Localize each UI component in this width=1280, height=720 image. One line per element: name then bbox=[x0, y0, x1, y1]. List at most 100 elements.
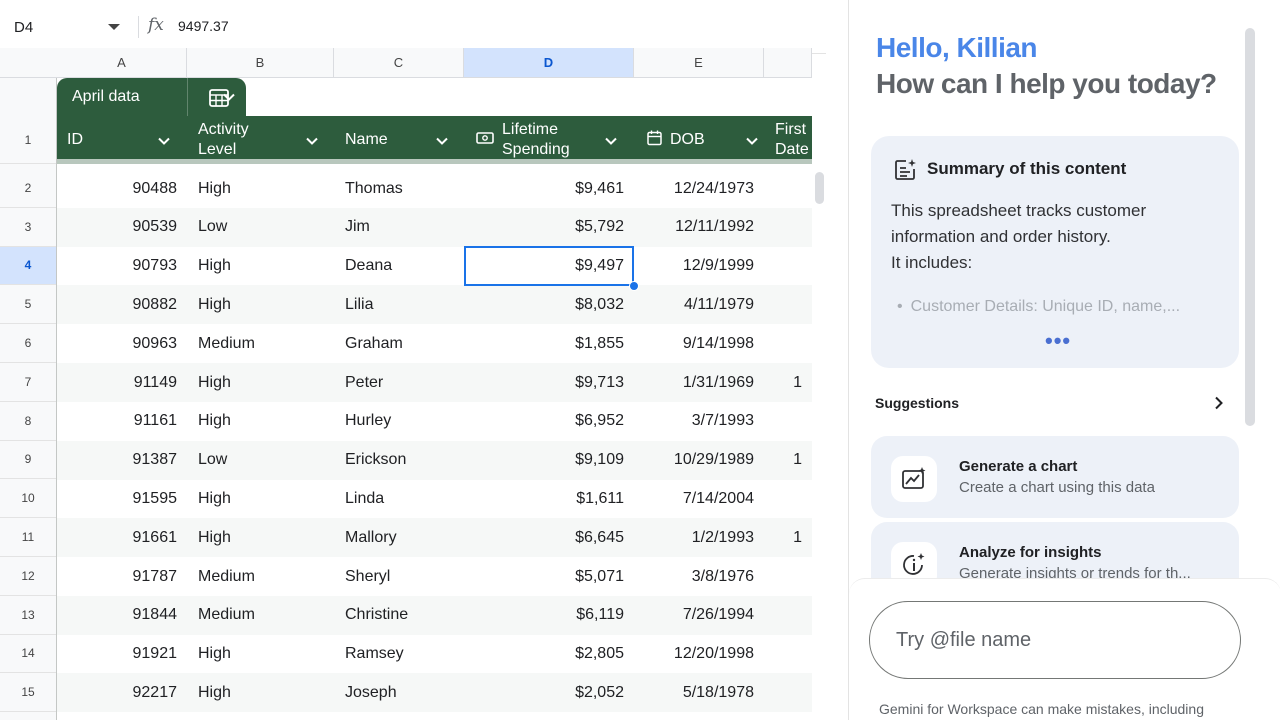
row-header-6[interactable]: 6 bbox=[0, 324, 56, 363]
cell-dob[interactable]: 1/31/1969 bbox=[634, 363, 764, 402]
row-header-1[interactable]: 1 bbox=[0, 116, 56, 164]
cell-first-date[interactable] bbox=[764, 247, 812, 286]
cell-dob[interactable]: 12/20/1998 bbox=[634, 635, 764, 674]
cell-id[interactable]: 90539 bbox=[57, 208, 187, 247]
cell-dob[interactable]: 7/14/2004 bbox=[634, 479, 764, 518]
column-header-c[interactable]: C bbox=[334, 48, 464, 77]
cell-lifetime-spending[interactable]: $6,645 bbox=[464, 518, 634, 557]
header-dob[interactable]: DOB bbox=[647, 116, 767, 164]
cell-lifetime-spending[interactable]: $6,119 bbox=[464, 596, 634, 635]
cell-id[interactable]: 90882 bbox=[57, 285, 187, 324]
cell-activity-level[interactable]: High bbox=[198, 673, 338, 712]
cell-activity-level[interactable]: High bbox=[198, 247, 338, 286]
selected-cell[interactable] bbox=[464, 246, 634, 286]
cell-lifetime-spending[interactable]: $6,952 bbox=[464, 402, 634, 441]
cell-first-date[interactable] bbox=[764, 285, 812, 324]
suggestion-generate-chart[interactable]: Generate a chart Create a chart using th… bbox=[871, 436, 1239, 518]
cell-activity-level[interactable]: High bbox=[198, 169, 338, 208]
prompt-input[interactable] bbox=[869, 601, 1241, 679]
header-lifetime-spending[interactable]: Lifetime Spending bbox=[476, 116, 626, 164]
cell-dob[interactable]: 3/8/1976 bbox=[634, 557, 764, 596]
cell-activity-level[interactable]: Low bbox=[198, 441, 338, 480]
row-header-8[interactable]: 8 bbox=[0, 402, 56, 441]
cell-lifetime-spending[interactable]: $8,032 bbox=[464, 285, 634, 324]
row-header-10[interactable]: 10 bbox=[0, 479, 56, 519]
cell-activity-level[interactable]: Low bbox=[198, 208, 338, 247]
chevron-down-icon[interactable] bbox=[305, 134, 319, 153]
row-header-11[interactable]: 11 bbox=[0, 518, 56, 557]
cell-id[interactable]: 92217 bbox=[57, 673, 187, 712]
cell-dob[interactable]: 9/14/1998 bbox=[634, 324, 764, 363]
cell-activity-level[interactable]: Medium bbox=[198, 324, 338, 363]
column-header-f[interactable] bbox=[764, 48, 812, 77]
cell-dob[interactable]: 3/7/1993 bbox=[634, 402, 764, 441]
cell-lifetime-spending[interactable]: $2,052 bbox=[464, 673, 634, 712]
cell-dob[interactable]: 10/29/1989 bbox=[634, 441, 764, 480]
cell-dob[interactable]: 7/26/1994 bbox=[634, 596, 764, 635]
cell-first-date[interactable] bbox=[764, 557, 812, 596]
chevron-right-icon[interactable] bbox=[1211, 395, 1227, 416]
row-header-2[interactable]: 2 bbox=[0, 169, 56, 208]
cell-dob[interactable]: 12/24/1973 bbox=[634, 169, 764, 208]
row-header-9[interactable]: 9 bbox=[0, 441, 56, 480]
cell-id[interactable]: 91787 bbox=[57, 557, 187, 596]
column-header-e[interactable]: E bbox=[634, 48, 764, 77]
fill-handle[interactable] bbox=[629, 281, 639, 291]
vertical-scrollbar[interactable] bbox=[815, 172, 824, 204]
cell-id[interactable]: 90488 bbox=[57, 169, 187, 208]
table-icon[interactable] bbox=[208, 87, 230, 114]
row-header-13[interactable]: 13 bbox=[0, 596, 56, 635]
header-first-date[interactable]: First Date bbox=[775, 116, 815, 164]
cell-id[interactable]: 90793 bbox=[57, 247, 187, 286]
cell-activity-level[interactable]: High bbox=[198, 402, 338, 441]
cell-dob[interactable]: 4/11/1979 bbox=[634, 285, 764, 324]
cell-dob[interactable]: 12/11/1992 bbox=[634, 208, 764, 247]
cell-first-date[interactable] bbox=[764, 208, 812, 247]
cell-lifetime-spending[interactable]: $9,713 bbox=[464, 363, 634, 402]
cell-lifetime-spending[interactable]: $5,071 bbox=[464, 557, 634, 596]
cell-dob[interactable]: 5/18/1978 bbox=[634, 673, 764, 712]
cell-id[interactable]: 91595 bbox=[57, 479, 187, 518]
cell-first-date[interactable]: 1 bbox=[764, 441, 812, 480]
table-name-tab[interactable]: April data bbox=[57, 78, 246, 116]
cell-id[interactable]: 91387 bbox=[57, 441, 187, 480]
cell-dob[interactable]: 12/9/1999 bbox=[634, 247, 764, 286]
chevron-down-icon[interactable] bbox=[745, 134, 759, 153]
cell-activity-level[interactable]: High bbox=[198, 479, 338, 518]
cell-activity-level[interactable]: High bbox=[198, 285, 338, 324]
column-header-b[interactable]: B bbox=[187, 48, 334, 77]
cell-dob[interactable]: 1/2/1993 bbox=[634, 518, 764, 557]
cell-first-date[interactable] bbox=[764, 673, 812, 712]
summary-card[interactable]: Summary of this content This spreadsheet… bbox=[871, 136, 1239, 368]
cell-id[interactable]: 91161 bbox=[57, 402, 187, 441]
cell-activity-level[interactable]: Medium bbox=[198, 557, 338, 596]
cell-lifetime-spending[interactable]: $2,805 bbox=[464, 635, 634, 674]
cell-activity-level[interactable]: Medium bbox=[198, 596, 338, 635]
row-header-15[interactable]: 15 bbox=[0, 673, 56, 713]
cell-lifetime-spending[interactable]: $1,855 bbox=[464, 324, 634, 363]
cell-id[interactable]: 90963 bbox=[57, 324, 187, 363]
formula-input[interactable]: 9497.37 bbox=[178, 18, 229, 34]
cell-first-date[interactable] bbox=[764, 402, 812, 441]
cell-activity-level[interactable]: High bbox=[198, 518, 338, 557]
cell-first-date[interactable] bbox=[764, 596, 812, 635]
cell-first-date[interactable] bbox=[764, 324, 812, 363]
cell-id[interactable]: 91921 bbox=[57, 635, 187, 674]
row-header-5[interactable]: 5 bbox=[0, 285, 56, 325]
cell-lifetime-spending[interactable]: $9,109 bbox=[464, 441, 634, 480]
header-id[interactable]: ID bbox=[67, 116, 187, 164]
row-header-3[interactable]: 3 bbox=[0, 208, 56, 247]
cell-activity-level[interactable]: High bbox=[198, 363, 338, 402]
cell-id[interactable]: 91844 bbox=[57, 596, 187, 635]
cell-activity-level[interactable]: High bbox=[198, 635, 338, 674]
row-header-12[interactable]: 12 bbox=[0, 557, 56, 596]
cell-first-date[interactable]: 1 bbox=[764, 518, 812, 557]
cell-first-date[interactable] bbox=[764, 479, 812, 518]
cell-lifetime-spending[interactable]: $9,461 bbox=[464, 169, 634, 208]
cell-lifetime-spending[interactable]: $1,611 bbox=[464, 479, 634, 518]
cell-first-date[interactable]: 1 bbox=[764, 363, 812, 402]
cell-first-date[interactable] bbox=[764, 169, 812, 208]
row-header-7[interactable]: 7 bbox=[0, 363, 56, 402]
column-header-a[interactable]: A bbox=[57, 48, 187, 77]
header-activity-level[interactable]: Activity Level bbox=[198, 116, 328, 164]
